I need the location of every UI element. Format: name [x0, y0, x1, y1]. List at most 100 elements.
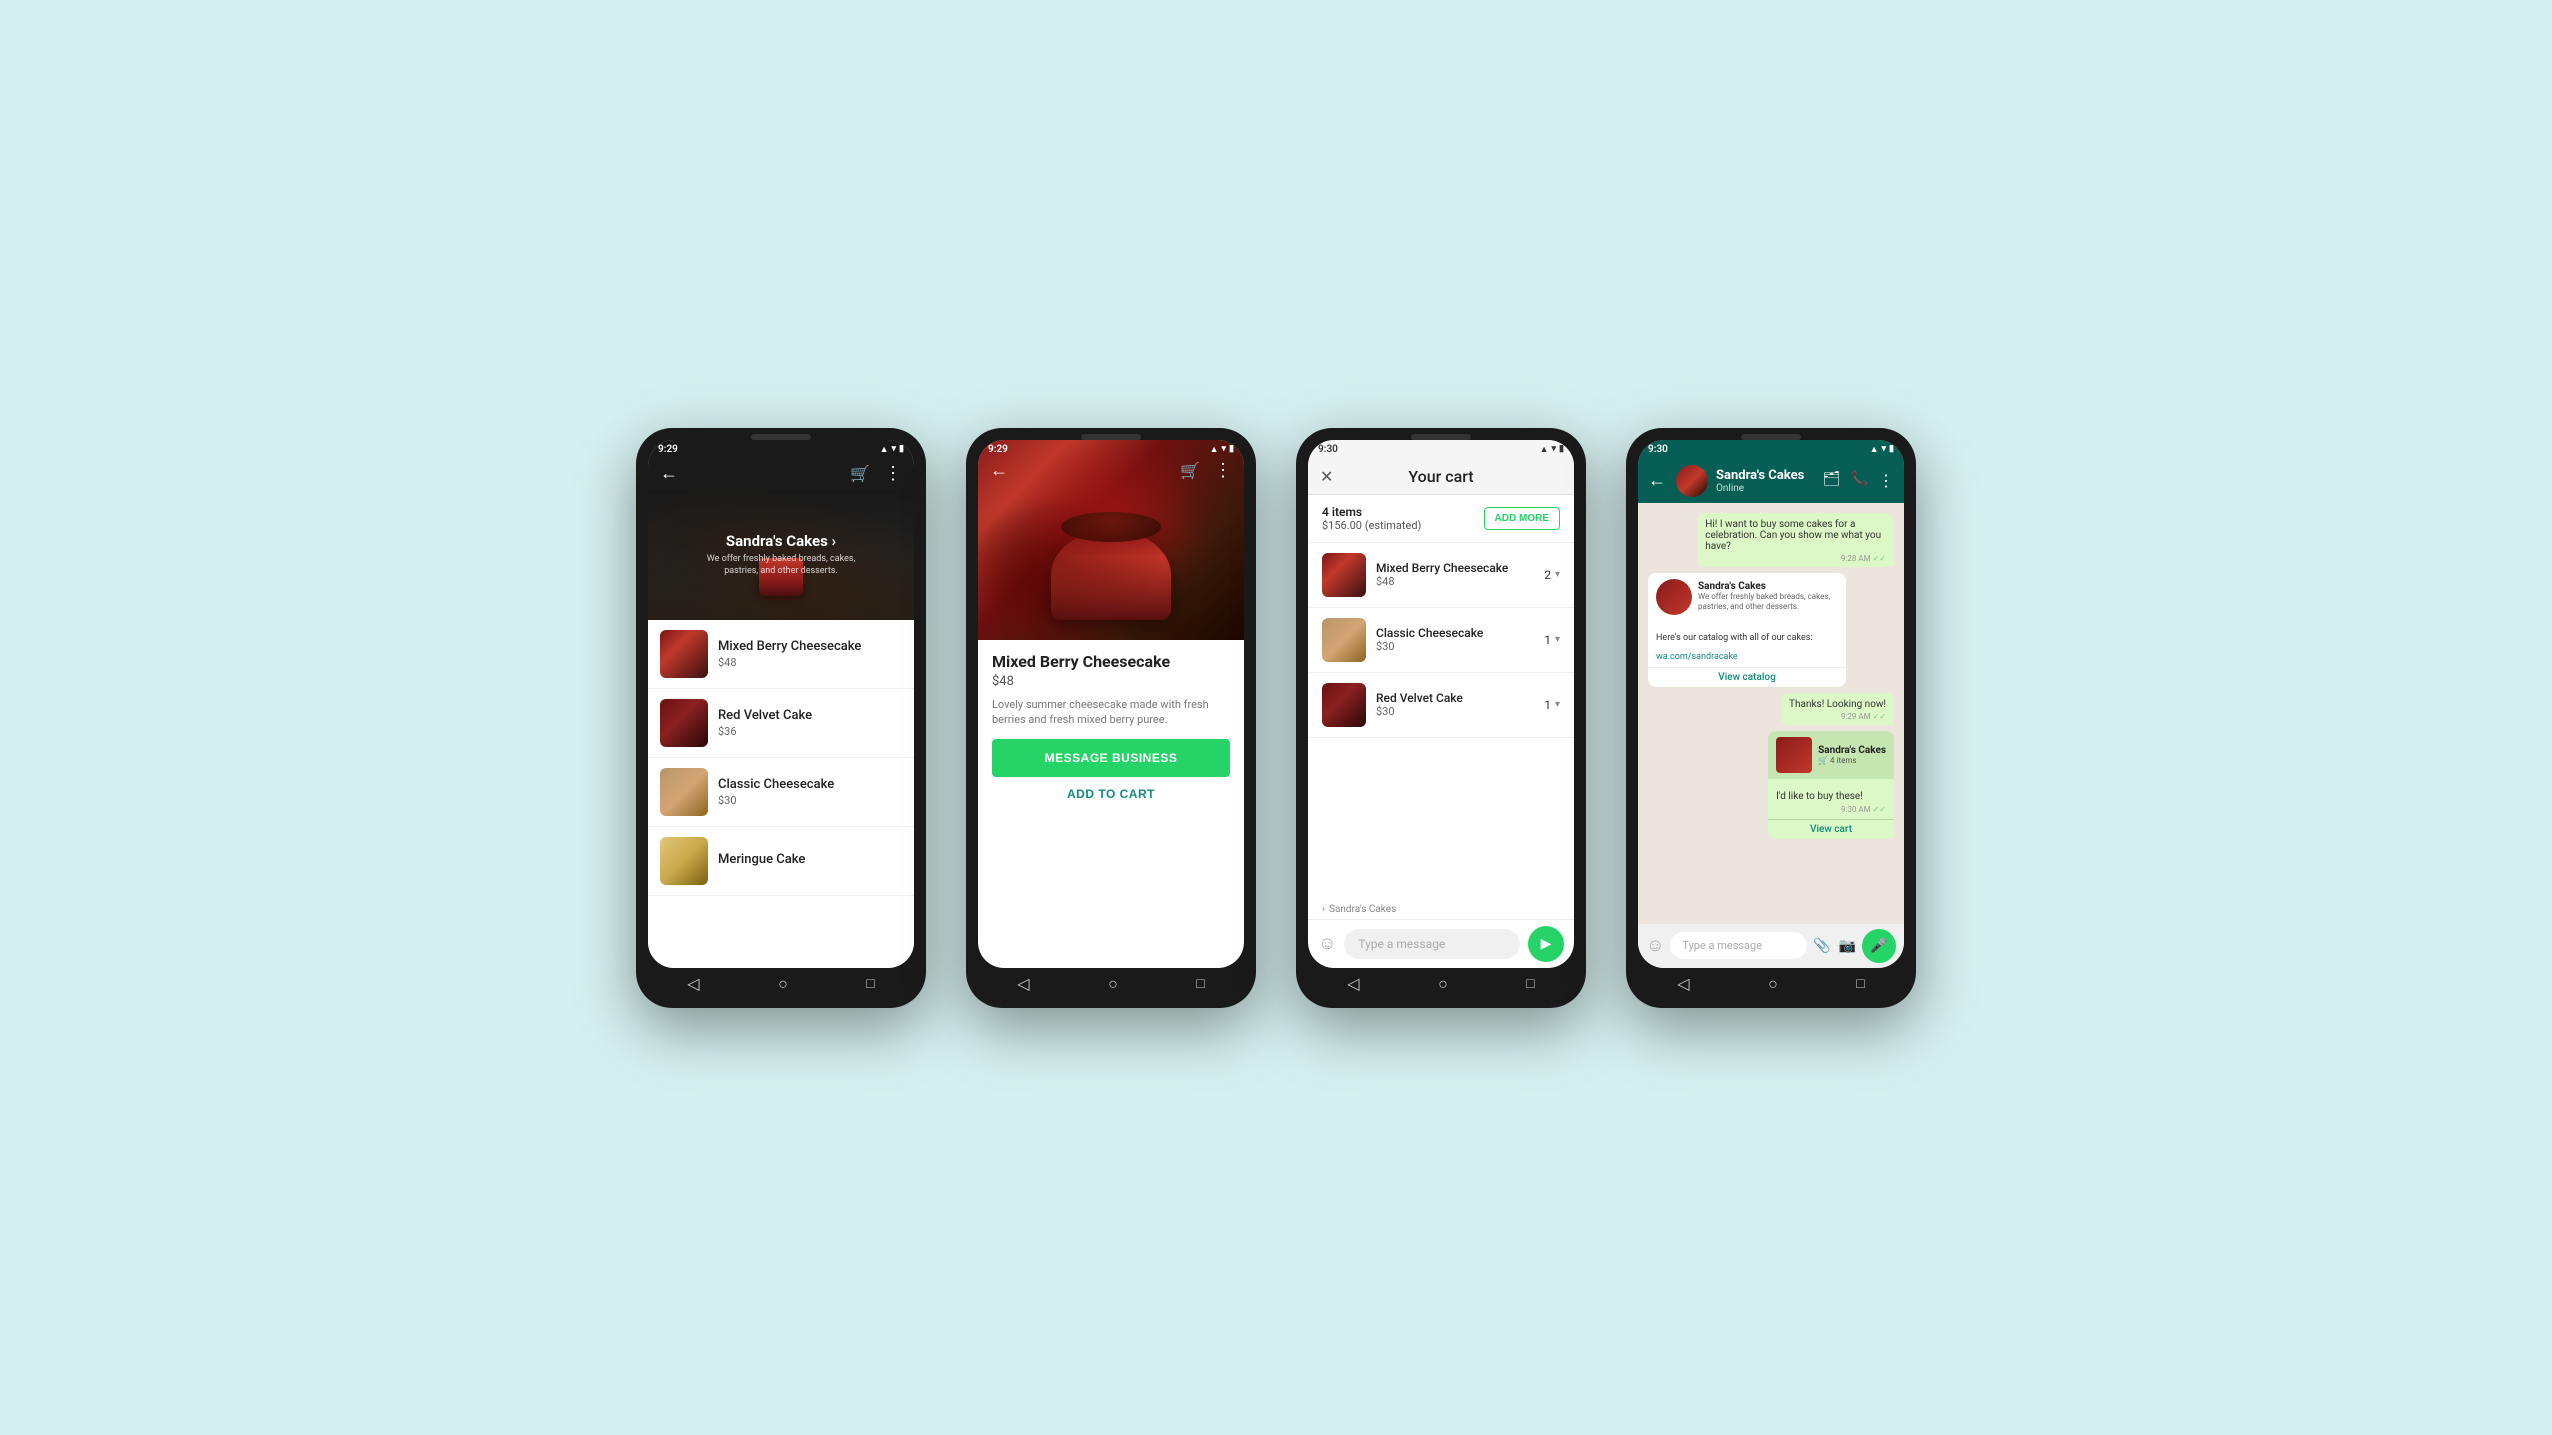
phone1-business-name: Sandra's Cakes › — [726, 532, 836, 550]
video-call-icon[interactable]: 📞 — [1851, 471, 1868, 490]
phone1-cart-icon[interactable]: 🛒 — [850, 464, 870, 483]
catalog-item-1[interactable]: Red Velvet Cake $36 — [648, 689, 914, 758]
chat-emoji-icon[interactable]: ☺ — [1646, 935, 1664, 956]
view-cart-label: View cart — [1810, 824, 1852, 835]
phone3-nav-back[interactable]: ◁ — [1347, 974, 1359, 993]
catalog-card-biz-desc: We offer freshly baked breads, cakes, pa… — [1698, 592, 1838, 613]
chat-msg-0-ticks: ✓✓ — [1873, 554, 1886, 563]
phone1-more-icon[interactable]: ⋮ — [884, 463, 902, 484]
catalog-item-3[interactable]: Meringue Cake — [648, 827, 914, 896]
phone2-add-to-cart-btn[interactable]: ADD TO CART — [992, 777, 1230, 811]
cart-item-2-name: Red Velvet Cake — [1376, 691, 1534, 705]
catalog-item-1-image-inner — [660, 699, 708, 747]
cart-add-more-btn[interactable]: ADD MORE — [1484, 507, 1560, 530]
phone4-nav-recents[interactable]: □ — [1856, 975, 1864, 992]
catalog-item-2-price: $30 — [718, 794, 902, 807]
cart-item-2-qty[interactable]: 1 ▾ — [1544, 698, 1560, 712]
phone3-nav-recents[interactable]: □ — [1526, 975, 1534, 992]
phone1-business-desc: We offer freshly baked breads, cakes, pa… — [701, 554, 861, 577]
phone2-more-icon[interactable]: ⋮ — [1214, 460, 1232, 481]
phone1-back-btn[interactable]: ← — [660, 463, 678, 484]
phone1-status-icons: ▲ ▾ ▮ — [880, 444, 904, 455]
cart-item-2: Red Velvet Cake $30 1 ▾ — [1308, 673, 1574, 738]
cart-item-1-name: Classic Cheesecake — [1376, 626, 1534, 640]
catalog-item-0-image — [660, 630, 708, 678]
catalog-item-2-name: Classic Cheesecake — [718, 777, 902, 792]
cart-item-1: Classic Cheesecake $30 1 ▾ — [1308, 608, 1574, 673]
catalog-icon[interactable]: 🗂 — [1823, 471, 1841, 490]
catalog-item-2[interactable]: Classic Cheesecake $30 — [648, 758, 914, 827]
cart-item-2-img-inner — [1322, 683, 1366, 727]
phone3-nav-home[interactable]: ○ — [1438, 974, 1448, 994]
phone2-back-btn[interactable]: ← — [990, 460, 1008, 481]
cart-items-count: 4 items — [1322, 505, 1421, 519]
cart-business-name: Sandra's Cakes — [1329, 904, 1396, 915]
cart-item-0: Mixed Berry Cheesecake $48 2 ▾ — [1308, 543, 1574, 608]
catalog-card-view-link[interactable]: View catalog — [1648, 667, 1846, 687]
phones-container: 9:29 ▲ ▾ ▮ ← 🛒 ⋮ — [556, 368, 1996, 1068]
cart-item-1-image — [1322, 618, 1366, 662]
phone1-nav-home[interactable]: ○ — [778, 974, 788, 994]
cart-item-0-image — [1322, 553, 1366, 597]
cart-item-0-qty[interactable]: 2 ▾ — [1544, 568, 1560, 582]
cart-item-1-price: $30 — [1376, 640, 1534, 653]
phone4-chat-messages: Hi! I want to buy some cakes for a celeb… — [1638, 503, 1904, 924]
emoji-icon[interactable]: ☺ — [1318, 933, 1336, 954]
chat-mic-btn[interactable]: 🎤 — [1862, 929, 1896, 963]
cart-item-0-name: Mixed Berry Cheesecake — [1376, 561, 1534, 575]
chat-header-icons: 🗂 📞 ⋮ — [1823, 471, 1894, 490]
paperclip-icon[interactable]: 📎 — [1813, 938, 1830, 954]
phone2-cart-icon[interactable]: 🛒 — [1180, 461, 1200, 480]
phone1-top-nav: ← 🛒 ⋮ — [648, 459, 914, 490]
cart-business-label[interactable]: › Sandra's Cakes — [1308, 900, 1574, 919]
battery-icon: ▮ — [899, 444, 904, 454]
phone1-hero: Sandra's Cakes › We offer freshly baked … — [648, 490, 914, 620]
cart-message-input[interactable]: Type a message — [1344, 929, 1520, 959]
more-icon[interactable]: ⋮ — [1878, 471, 1894, 490]
catalog-item-2-info: Classic Cheesecake $30 — [718, 777, 902, 807]
catalog-item-1-image — [660, 699, 708, 747]
phone2-product-info: Mixed Berry Cheesecake $48 Lovely summer… — [978, 640, 1244, 968]
phone1-nav-recents[interactable]: □ — [866, 975, 874, 992]
phone2-top-icons: 🛒 ⋮ — [1180, 460, 1232, 481]
phone1-catalog-list: Mixed Berry Cheesecake $48 Red Velvet Ca… — [648, 620, 914, 968]
order-card-title: Sandra's Cakes — [1818, 745, 1886, 756]
phone4-nav-back[interactable]: ◁ — [1677, 974, 1689, 993]
phone1-status-bar: 9:29 ▲ ▾ ▮ — [648, 440, 914, 459]
phone2-bottom-nav: ◁ ○ □ — [978, 968, 1244, 996]
cart-item-2-price: $30 — [1376, 705, 1534, 718]
wifi-icon: ▾ — [892, 444, 897, 454]
cart-item-1-qty[interactable]: 1 ▾ — [1544, 633, 1560, 647]
cart-close-btn[interactable]: ✕ — [1320, 467, 1333, 486]
phone2-status-icons: ▲ ▾ ▮ — [1210, 444, 1234, 455]
chat-back-btn[interactable]: ← — [1648, 470, 1666, 491]
phone2-nav-home[interactable]: ○ — [1108, 974, 1118, 994]
cart-send-btn[interactable]: ▶ — [1528, 926, 1564, 962]
cart-item-2-image — [1322, 683, 1366, 727]
order-card-view-cart[interactable]: View cart — [1768, 819, 1894, 839]
camera-icon[interactable]: 📷 — [1839, 938, 1856, 954]
phone1-nav-back[interactable]: ◁ — [687, 974, 699, 993]
catalog-item-1-price: $36 — [718, 725, 902, 738]
phone3-bottom-bar: ☺ Type a message ▶ — [1308, 919, 1574, 968]
wifi-icon: ▾ — [1882, 444, 1887, 454]
cart-item-2-qty-value: 1 — [1544, 698, 1551, 712]
phone3-cart-summary: 4 items $156.00 (estimated) ADD MORE — [1308, 495, 1574, 543]
phone4-nav-home[interactable]: ○ — [1768, 974, 1778, 994]
order-card-count: 🛒 4 items — [1818, 756, 1886, 765]
chat-msg-0: Hi! I want to buy some cakes for a celeb… — [1697, 513, 1894, 567]
qty-0-chevron: ▾ — [1555, 569, 1560, 580]
catalog-item-0[interactable]: Mixed Berry Cheesecake $48 — [648, 620, 914, 689]
order-card-text-area: I'd like to buy these! 9:30 AM ✓✓ — [1768, 779, 1894, 819]
phone3-status-bar: 9:30 ▲ ▾ ▮ — [1308, 440, 1574, 459]
catalog-card-avatar — [1656, 579, 1692, 615]
phone2-nav-recents[interactable]: □ — [1196, 975, 1204, 992]
phone2-nav-back[interactable]: ◁ — [1017, 974, 1029, 993]
chat-msg-2: Thanks! Looking now! 9:29 AM ✓✓ — [1781, 693, 1894, 725]
phone4-status-bar: 9:30 ▲ ▾ ▮ — [1638, 440, 1904, 459]
battery-icon: ▮ — [1229, 444, 1234, 454]
chat-message-input[interactable]: Type a message — [1670, 932, 1807, 959]
chat-order-card: Sandra's Cakes 🛒 4 items I'd like to buy… — [1768, 731, 1894, 839]
cart-icon-small: 🛒 — [1818, 756, 1828, 765]
phone2-message-business-btn[interactable]: MESSAGE BUSINESS — [992, 739, 1230, 777]
